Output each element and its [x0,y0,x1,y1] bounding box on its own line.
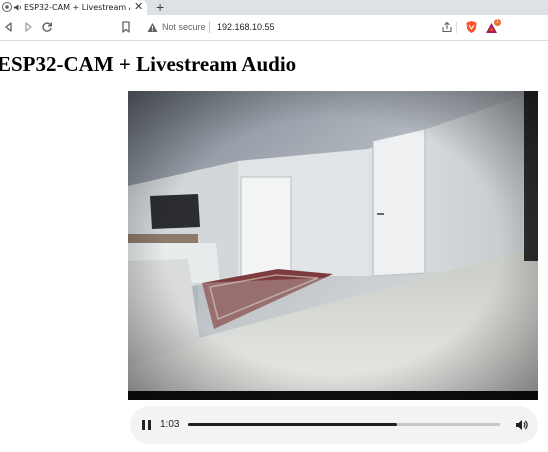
reload-icon[interactable] [41,21,53,33]
bookmark-icon[interactable] [121,21,131,33]
close-tab-icon[interactable]: ✕ [134,2,143,13]
audio-player: 1:03 [130,406,538,444]
page-title: ESP32-CAM + Livestream Audio [0,52,297,76]
tab-title: ESP32-CAM + Livestream Audi [24,3,130,12]
url-text[interactable]: 192.168.10.55 [217,21,275,34]
toolbar-separator [456,22,457,33]
warning-icon[interactable] [147,22,158,33]
forward-icon[interactable] [22,21,34,33]
speaker-icon[interactable] [13,3,22,12]
camera-stream-image [128,91,538,400]
tab-strip: ESP32-CAM + Livestream Audi ✕ + [0,0,548,15]
volume-icon[interactable] [514,418,528,432]
back-icon[interactable] [3,21,15,33]
address-bar[interactable]: Not secure 192.168.10.55 1 [139,18,539,37]
seek-bar-fill [188,423,398,426]
security-label[interactable]: Not secure [162,21,206,34]
browser-toolbar: Not secure 192.168.10.55 1 [0,15,548,41]
brave-shields-icon[interactable] [465,20,478,34]
pause-icon[interactable] [142,420,152,430]
browser-tab[interactable]: ESP32-CAM + Livestream Audi ✕ [0,0,147,15]
share-icon[interactable] [441,21,453,33]
new-tab-button[interactable]: + [156,0,164,14]
rewards-badge: 1 [494,19,501,26]
chrome-logo-icon [2,2,12,12]
omnibox-separator [209,22,210,33]
seek-bar[interactable] [188,423,500,426]
brave-rewards-button[interactable]: 1 [485,19,501,34]
current-time: 1:03 [160,419,180,430]
